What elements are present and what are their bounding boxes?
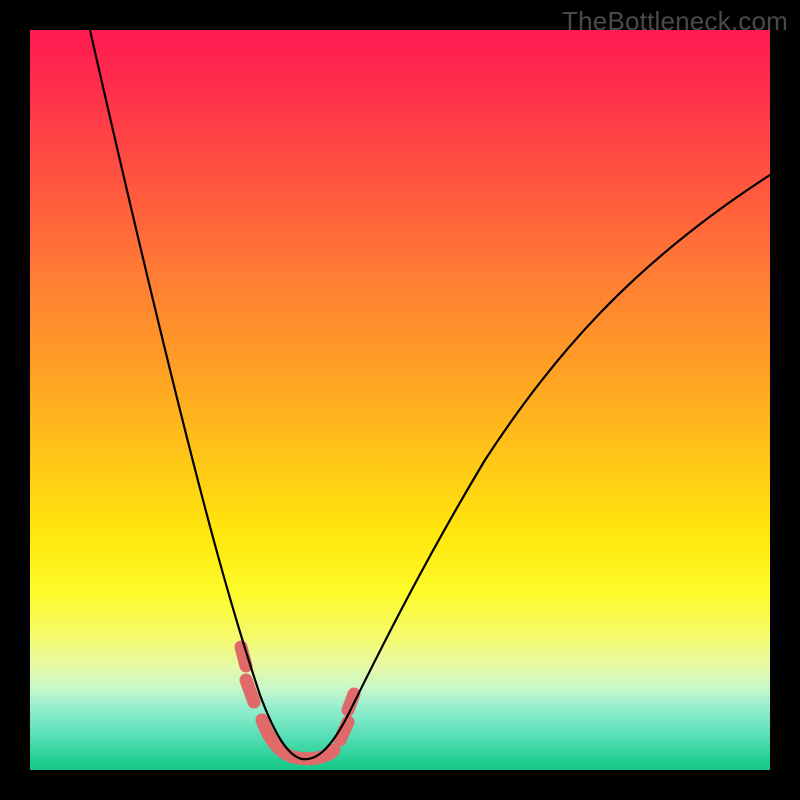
plot-frame (30, 30, 770, 770)
curve-layer (30, 30, 770, 770)
good-range-band (241, 647, 354, 759)
watermark-text: TheBottleneck.com (562, 6, 788, 37)
bottleneck-curve (90, 30, 770, 759)
